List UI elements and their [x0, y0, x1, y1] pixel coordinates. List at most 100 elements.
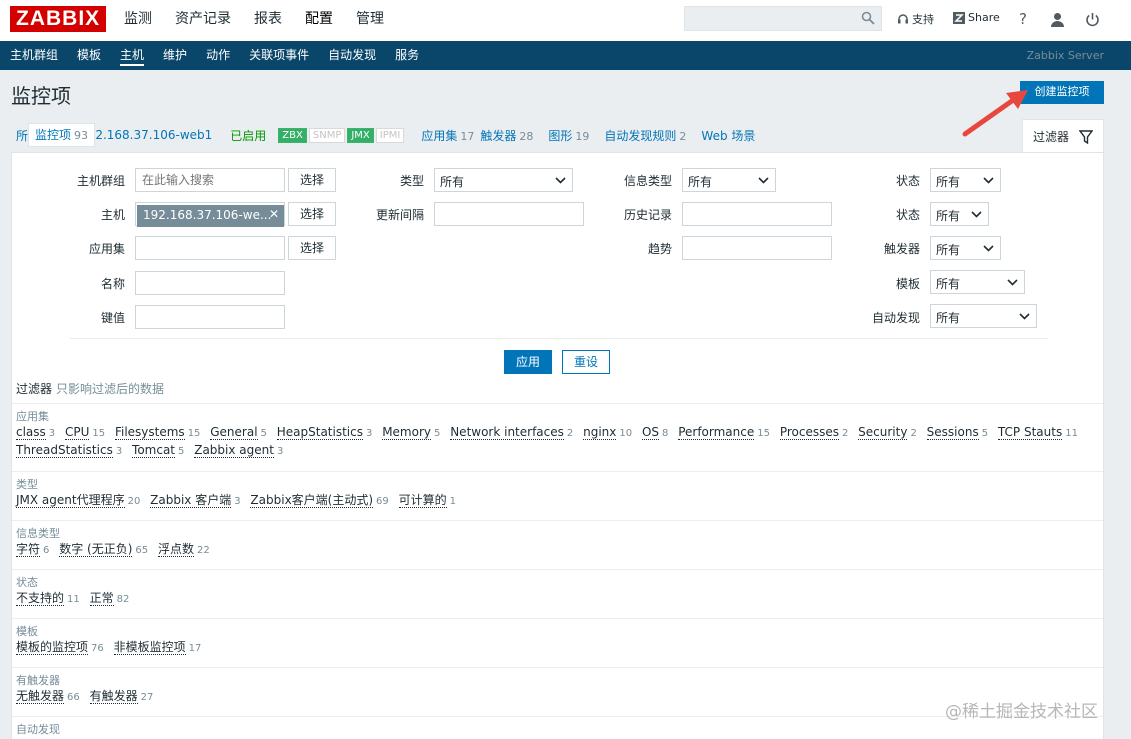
submenu-discovery[interactable]: 自动发现 — [328, 41, 376, 70]
subfilter-items: JMX agent代理程序 20 Zabbix 客户端 3 Zabbix客户端(主动… — [16, 492, 1099, 510]
subfilter-item[interactable]: 可计算的 1 — [398, 493, 456, 508]
trend-input[interactable] — [682, 236, 832, 260]
menu-administration[interactable]: 管理 — [356, 0, 384, 41]
submenu-actions[interactable]: 动作 — [206, 41, 230, 70]
update-interval-input[interactable] — [434, 202, 584, 226]
subfilter-item[interactable]: 非模板监控项 17 — [113, 640, 201, 655]
subfilter-item[interactable]: 有触发器 27 — [89, 689, 153, 704]
subfilter-item[interactable]: 正常 82 — [89, 591, 129, 606]
search-icon[interactable] — [861, 11, 875, 25]
menu-configuration[interactable]: 配置 — [305, 0, 333, 41]
subfilter-item-name: nginx — [583, 425, 617, 440]
help-icon[interactable]: ? — [1013, 9, 1033, 29]
subfilter-item-name: 无触发器 — [16, 689, 65, 704]
submenu-host-groups[interactable]: 主机群组 — [10, 41, 58, 70]
application-input[interactable] — [135, 236, 285, 260]
menu-monitoring[interactable]: 监测 — [124, 0, 152, 41]
support-link[interactable]: 支持 — [897, 11, 934, 27]
status-select[interactable]: 所有 — [930, 202, 989, 226]
type-select[interactable]: 所有 — [434, 168, 573, 192]
host-select-button[interactable]: 选择 — [288, 202, 336, 226]
reset-button[interactable]: 重设 — [562, 350, 610, 374]
subfilter-item-count: 15 — [757, 428, 770, 439]
state-select[interactable]: 所有 — [930, 168, 1001, 192]
triggers-select[interactable]: 所有 — [930, 236, 1001, 260]
subfilter-item[interactable]: General 5 — [210, 425, 267, 440]
submenu-event-correlation[interactable]: 关联项事件 — [249, 41, 309, 70]
zabbix-logo[interactable]: ZABBIX — [10, 6, 107, 32]
menu-inventory[interactable]: 资产记录 — [175, 0, 231, 41]
subfilter-item[interactable]: Network interfaces 2 — [450, 425, 573, 440]
subfilter-item[interactable]: OS 8 — [641, 425, 668, 440]
template-select[interactable]: 所有 — [930, 270, 1025, 294]
subfilter-item[interactable]: ThreadStatistics 3 — [16, 443, 122, 458]
filter-tab[interactable]: 过滤器 — [1022, 119, 1104, 153]
subfilter-item[interactable]: Tomcat 5 — [132, 443, 184, 458]
subfilter-item[interactable]: Processes 2 — [779, 425, 848, 440]
subfilter-item[interactable]: 字符 6 — [16, 542, 49, 557]
subfilter-item-count: 3 — [276, 446, 284, 457]
availability-tags: ZBX SNMP JMX IPMI — [278, 127, 406, 143]
remove-chip-icon[interactable]: ✕ — [269, 207, 279, 221]
info-type-select[interactable]: 所有 — [682, 168, 776, 192]
tab-triggers[interactable]: 触发器 28 — [480, 127, 533, 144]
tab-graphs[interactable]: 图形 19 — [548, 127, 589, 144]
subfilter-item[interactable]: Zabbix客户端(主动式) 69 — [250, 493, 389, 508]
subfilter-item[interactable]: Performance 15 — [678, 425, 770, 440]
subfilter-item[interactable]: Filesystems 15 — [114, 425, 200, 440]
discovery-select[interactable]: 所有 — [930, 304, 1037, 328]
subfilter-section-title: 有触发器 — [16, 674, 60, 687]
subfilter-item-name: Sessions — [926, 425, 979, 440]
host-status-enabled[interactable]: 已启用 — [230, 127, 266, 144]
host-group-input[interactable] — [135, 168, 285, 192]
subfilter-item[interactable]: nginx 10 — [583, 425, 633, 440]
application-select-button[interactable]: 选择 — [288, 236, 336, 260]
subfilter-item-count: 22 — [196, 545, 210, 556]
host-group-select-button[interactable]: 选择 — [288, 168, 336, 192]
tab-items[interactable]: 监控项 93 — [28, 123, 96, 147]
subfilter-item[interactable]: JMX agent代理程序 20 — [16, 493, 140, 508]
user-profile-icon[interactable] — [1047, 9, 1067, 29]
subfilter-item[interactable]: 模板的监控项 76 — [16, 640, 104, 655]
subfilter-item[interactable]: HeapStatistics 3 — [276, 425, 372, 440]
sign-out-icon[interactable] — [1082, 9, 1102, 29]
chevron-down-icon — [758, 177, 769, 184]
subfilter-item[interactable]: Security 2 — [858, 425, 917, 440]
history-input[interactable] — [682, 202, 832, 226]
subfilter-item[interactable]: CPU 15 — [65, 425, 105, 440]
subfilter-item[interactable]: TCP Stauts 11 — [997, 425, 1078, 440]
chevron-down-icon — [555, 177, 566, 184]
breadcrumb-host[interactable]: 192.168.37.106-web1 — [80, 128, 212, 142]
host-chip[interactable]: 192.168.37.106-we... ✕ — [137, 205, 284, 227]
submenu-templates[interactable]: 模板 — [77, 41, 101, 70]
submenu-maintenance[interactable]: 维护 — [163, 41, 187, 70]
name-input[interactable] — [135, 271, 285, 295]
type-label: 类型 — [400, 174, 425, 188]
tab-items-label: 监控项 — [35, 128, 72, 142]
share-link[interactable]: Share — [953, 11, 1000, 24]
subfilter-item[interactable]: Memory 5 — [382, 425, 440, 440]
key-input[interactable] — [135, 305, 285, 329]
tab-applications[interactable]: 应用集 17 — [421, 127, 474, 144]
create-item-button[interactable]: 创建监控项 — [1020, 81, 1104, 104]
subfilter-item[interactable]: 数字 (无正负) 65 — [59, 542, 148, 557]
subfilter-item[interactable]: 不支持的 11 — [16, 591, 80, 606]
tab-discovery-rules[interactable]: 自动发现规则 2 — [604, 127, 686, 144]
submenu-services[interactable]: 服务 — [395, 41, 419, 70]
subfilter-item[interactable]: Zabbix agent 3 — [194, 443, 284, 458]
menu-reports[interactable]: 报表 — [254, 0, 282, 41]
apply-button[interactable]: 应用 — [504, 350, 552, 374]
tab-web-scenarios[interactable]: Web 场景 — [701, 127, 755, 144]
subfilter-item[interactable]: Sessions 5 — [926, 425, 988, 440]
tab-applications-count: 17 — [460, 129, 475, 143]
host-group-label: 主机群组 — [77, 174, 126, 188]
server-name: Zabbix Server — [1026, 49, 1104, 62]
subfilter-item[interactable]: class 3 — [16, 425, 55, 440]
subfilter-item-count: 10 — [619, 428, 633, 439]
search-input[interactable] — [684, 6, 882, 31]
subfilter-item[interactable]: 无触发器 66 — [16, 689, 80, 704]
subfilter-item[interactable]: 浮点数 22 — [157, 542, 210, 557]
subfilter-item[interactable]: Zabbix 客户端 3 — [150, 493, 241, 508]
submenu-hosts[interactable]: 主机 — [120, 41, 145, 70]
tab-triggers-count: 28 — [519, 129, 534, 143]
